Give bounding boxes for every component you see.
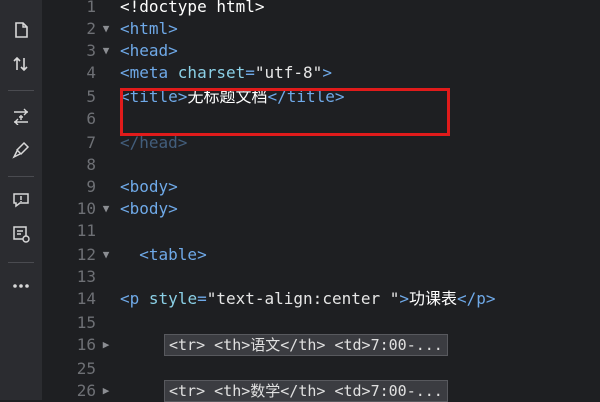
line-number: 26 xyxy=(76,381,96,400)
code-line[interactable]: 11 xyxy=(42,220,600,242)
line-number: 16 xyxy=(76,335,96,354)
code-token: 功课表 xyxy=(409,289,458,308)
code-line[interactable]: 3 ▼ <head> xyxy=(42,40,600,62)
code-line[interactable]: 4 <meta charset="utf-8"> xyxy=(42,62,600,84)
code-editor[interactable]: 1 <!doctype html> 2 ▼ <html> 3 ▼ <head> 4 <meta c… xyxy=(42,0,600,402)
code-line[interactable]: 12 ▼ <table> xyxy=(42,244,600,266)
toolbar xyxy=(0,0,43,400)
expand-icon[interactable] xyxy=(0,102,42,130)
collapse-fold-icon[interactable]: ▼ xyxy=(100,18,112,40)
collapse-fold-icon[interactable]: ▼ xyxy=(100,40,112,62)
code-line[interactable]: 2 ▼ <html> xyxy=(42,18,600,40)
new-document-icon[interactable] xyxy=(0,16,42,44)
line-number: 5 xyxy=(86,87,96,106)
code-token: </p> xyxy=(457,289,496,308)
code-line[interactable]: 13 xyxy=(42,266,600,288)
line-number: 7 xyxy=(86,133,96,152)
expand-fold-icon[interactable]: ▶ xyxy=(100,380,112,402)
comment-icon[interactable] xyxy=(0,186,42,214)
line-number: 10 xyxy=(76,199,96,218)
code-token: <html> xyxy=(120,19,178,38)
line-number: 14 xyxy=(76,289,96,308)
code-line[interactable]: 9 <body> xyxy=(42,176,600,198)
brush-icon[interactable] xyxy=(0,136,42,164)
code-text: <meta charset="utf-8"> xyxy=(120,62,332,84)
expand-fold-icon[interactable]: ▶ xyxy=(100,334,112,356)
code-token: style xyxy=(148,289,198,308)
line-number: 15 xyxy=(76,313,96,332)
line-number: 3 xyxy=(86,41,96,60)
red-highlight-box xyxy=(120,88,450,136)
line-number: 9 xyxy=(86,177,96,196)
line-number: 1 xyxy=(86,0,96,16)
code-line[interactable]: 26 ▶ <tr> <th>数学</th> <td>7:00-... xyxy=(42,380,600,402)
code-line[interactable]: 16 ▶ <tr> <th>语文</th> <td>7:00-... xyxy=(42,334,600,356)
code-text: <body> xyxy=(120,198,178,220)
line-number: 8 xyxy=(86,155,96,174)
collapsed-code-block[interactable]: <tr> <th>数学</th> <td>7:00-... xyxy=(164,380,448,402)
code-text: <p style="text-align:center ">功课表</p> xyxy=(120,288,496,310)
line-number: 25 xyxy=(76,359,96,378)
code-token: <!doctype html> xyxy=(120,0,265,16)
line-number: 13 xyxy=(76,267,96,286)
toolbar-divider xyxy=(8,176,34,177)
code-line[interactable]: 15 xyxy=(42,312,600,334)
code-line[interactable]: 8 xyxy=(42,154,600,176)
code-token: <body> xyxy=(120,199,178,218)
line-number: 2 xyxy=(86,19,96,38)
code-token: = xyxy=(245,63,255,82)
code-token: "utf-8" xyxy=(254,63,323,82)
code-token: = xyxy=(197,289,207,308)
toolbar-divider xyxy=(8,262,34,263)
line-number: 11 xyxy=(76,221,96,240)
code-text: <table> xyxy=(120,244,207,266)
code-text: <head> xyxy=(120,40,178,62)
code-token: "text-align:center " xyxy=(206,289,400,308)
code-token: charset xyxy=(177,63,246,82)
code-line[interactable]: 25 xyxy=(42,358,600,380)
code-text: <body> xyxy=(120,176,178,198)
more-options-icon[interactable] xyxy=(0,272,42,300)
code-line[interactable]: 1 <!doctype html> xyxy=(42,0,600,18)
code-token: <p xyxy=(120,289,149,308)
collapse-fold-icon[interactable]: ▼ xyxy=(100,244,112,266)
toolbar-divider xyxy=(8,90,34,91)
code-token: > xyxy=(399,289,410,308)
code-token: <meta xyxy=(120,63,178,82)
collapse-fold-icon[interactable]: ▼ xyxy=(100,198,112,220)
code-line[interactable]: 14 <p style="text-align:center ">功课表</p> xyxy=(42,288,600,310)
format-icon[interactable] xyxy=(0,220,42,248)
code-token: <body> xyxy=(120,177,178,196)
line-number: 6 xyxy=(86,109,96,128)
code-text: <!doctype html> xyxy=(120,0,265,18)
code-line[interactable]: 10 ▼ <body> xyxy=(42,198,600,220)
code-token: <head> xyxy=(120,41,178,60)
line-number: 12 xyxy=(76,245,96,264)
sort-arrows-icon[interactable] xyxy=(0,50,42,78)
collapsed-code-block[interactable]: <tr> <th>语文</th> <td>7:00-... xyxy=(164,334,448,356)
code-token: > xyxy=(322,63,332,82)
line-number: 4 xyxy=(86,63,96,82)
code-text: <html> xyxy=(120,18,178,40)
code-token: <table> xyxy=(120,245,207,264)
